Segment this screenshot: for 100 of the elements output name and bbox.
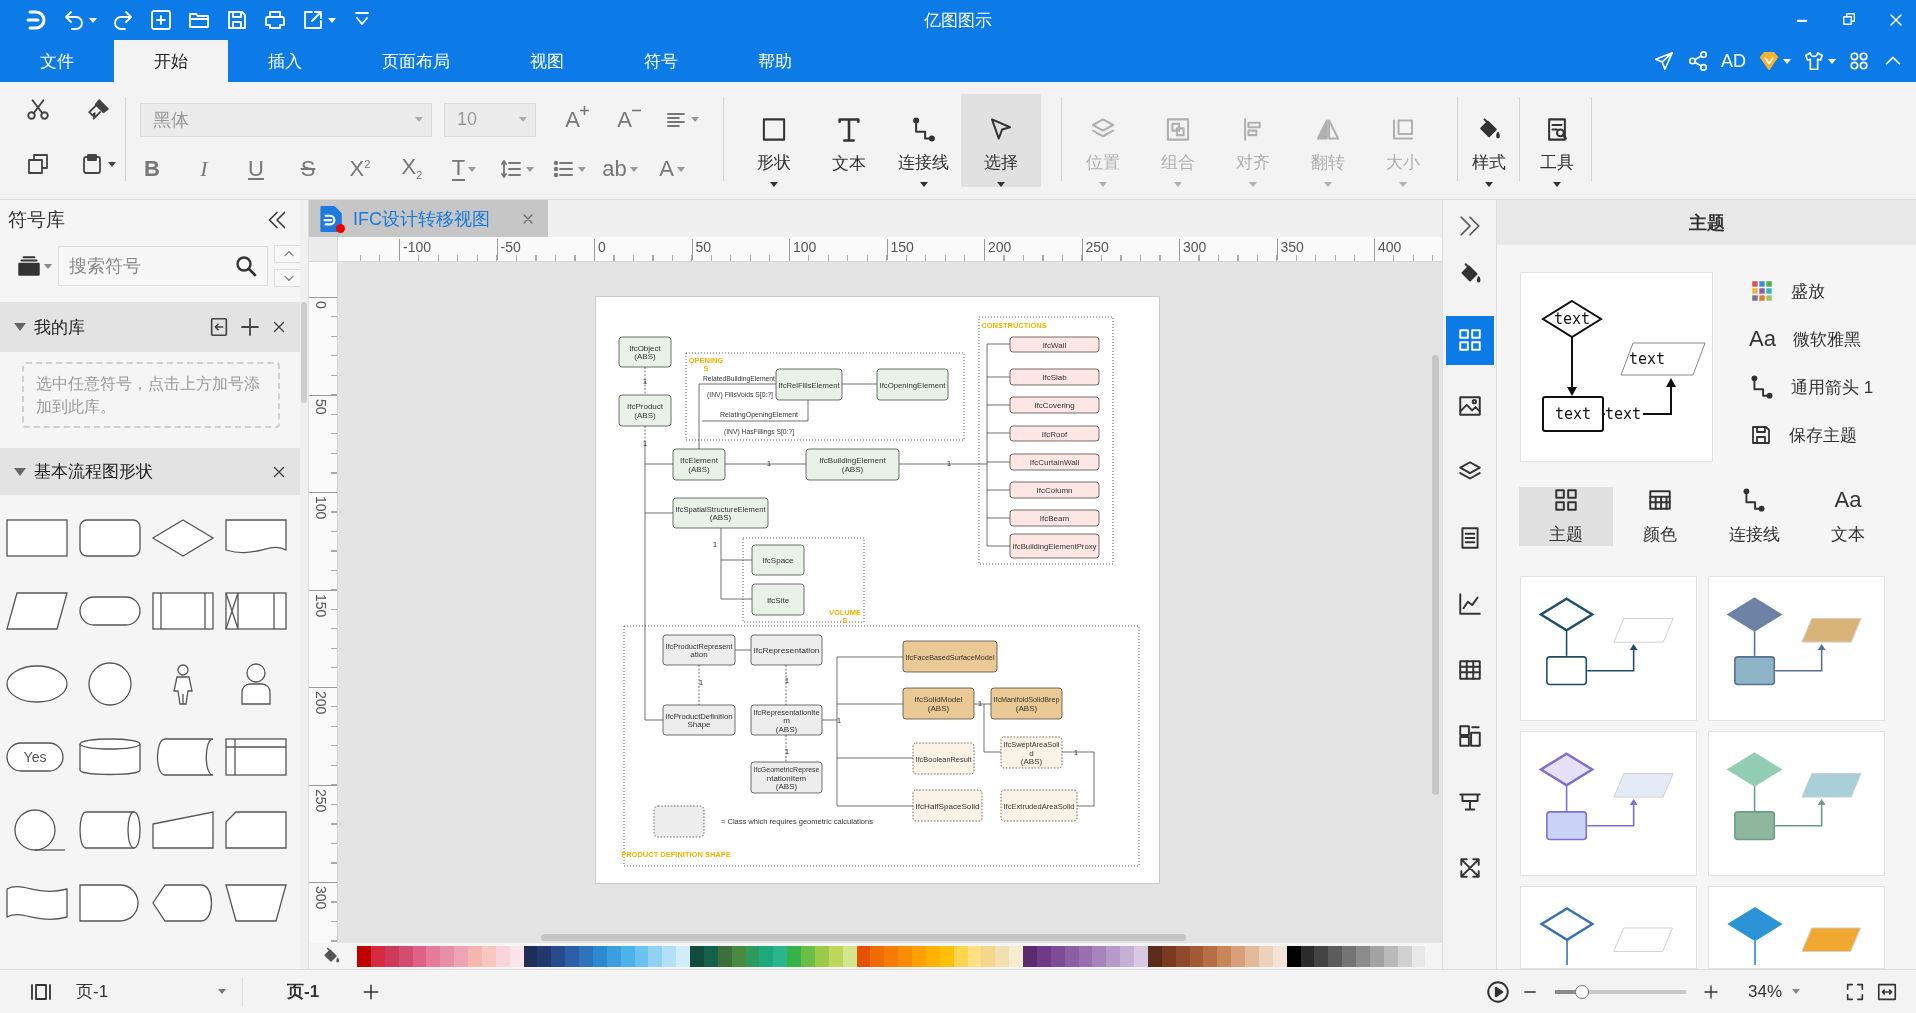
search-field[interactable]: 搜索符号 <box>58 246 268 286</box>
class-node: IfcHalfSpaceSolid <box>912 789 983 822</box>
class-node: IfcSweptAreaSoli d (ABS) <box>1000 736 1065 769</box>
section-header[interactable]: 基本流程图形状 <box>0 448 300 496</box>
highlight-button[interactable]: ab <box>602 158 627 180</box>
class-node: IfcSpatialStructureElement (ABS) <box>672 497 771 529</box>
subscript-button[interactable]: X$_{2}$ <box>401 156 423 182</box>
italic-button[interactable]: I <box>200 158 208 180</box>
theme-option[interactable]: 保存主题 <box>1789 423 1857 447</box>
ruler-label: 100 <box>789 239 817 260</box>
panel-tab[interactable]: Aa 文本 <box>1801 487 1895 546</box>
document-title: IFC设计转移视图 <box>353 207 491 231</box>
connector-label: text <box>1605 405 1642 423</box>
menu-tab[interactable]: 符号 <box>604 40 718 82</box>
page-tab[interactable]: 页-1 <box>273 969 334 1013</box>
tool-button[interactable]: 样式 <box>1461 94 1516 187</box>
window-title: 亿图图示 <box>924 9 992 32</box>
tool-button[interactable]: 形状 <box>736 94 811 187</box>
ruler-label: 0 <box>313 301 329 309</box>
ruler-label: 250 <box>1081 239 1109 260</box>
class-node: IfcCovering <box>1009 396 1100 414</box>
multiplicity-label: 1 <box>1073 748 1079 757</box>
theme-option[interactable]: 盛放 <box>1791 279 1825 303</box>
section-title: 我的库 <box>34 316 86 339</box>
parallelogram-shape: text <box>1620 342 1706 376</box>
class-node: IfcSlab <box>1009 368 1100 386</box>
class-node: IfcSite <box>751 583 805 616</box>
multiplicity-label: 1 <box>977 699 983 708</box>
theme-option[interactable]: 微软雅黑 <box>1793 327 1861 351</box>
ruler-label: 50 <box>313 398 329 415</box>
multiplicity-label: 1 <box>642 439 648 448</box>
library-hint: 选中任意符号，点击上方加号添加到此库。 <box>22 362 280 429</box>
font-glyph: Aa <box>1834 487 1862 513</box>
ruler-label: 100 <box>313 496 329 520</box>
panel-tab[interactable]: 连接线 <box>1707 487 1801 546</box>
ruler-label: 200 <box>984 239 1012 260</box>
grow-font-button[interactable]: A <box>565 108 580 131</box>
class-node: IfcProduct (ABS) <box>618 394 672 427</box>
section-header[interactable]: 我的库 <box>0 302 300 352</box>
ruler-label: 300 <box>313 886 329 910</box>
font-size-dropdown[interactable]: 10 <box>444 102 536 137</box>
class-node: IfcBuildingElement (ABS) <box>805 448 900 481</box>
text-style-button[interactable]: T <box>451 157 466 181</box>
diamond-shape: text <box>1541 299 1603 339</box>
theme-option[interactable]: 通用箭头 1 <box>1791 375 1874 399</box>
ruler-label: 150 <box>886 239 914 260</box>
ruler-label: 300 <box>1179 239 1207 260</box>
class-node: IfcBeam <box>1009 509 1100 527</box>
zoom-level[interactable]: 34% <box>1730 981 1782 1002</box>
ruler-label: 250 <box>313 788 329 812</box>
multiplicity-label: 1 <box>766 459 772 468</box>
menu-tab[interactable]: 插入 <box>228 40 342 82</box>
class-node: IfcObject (ABS) <box>618 336 672 368</box>
section-title: 基本流程图形状 <box>34 461 154 484</box>
multiplicity-label: 1 <box>836 716 842 725</box>
class-node: IfcRepresentation <box>750 634 823 666</box>
panel-title: 主题 <box>1497 200 1916 245</box>
font-glyph[interactable]: Aa <box>1749 326 1777 352</box>
panel-tab[interactable]: 主题 <box>1519 487 1613 546</box>
class-node: IfcWall <box>1009 336 1100 353</box>
page-dropdown[interactable]: 页-1 <box>76 980 232 1003</box>
panel-tab[interactable]: 颜色 <box>1613 487 1707 546</box>
ruler-label: 400 <box>1374 239 1402 260</box>
menu-tab[interactable]: 视图 <box>490 40 604 82</box>
class-node: IfcProductRepresent ation <box>662 634 739 666</box>
class-node: IfcSolidModel (ABS) <box>902 687 975 720</box>
menu-tab[interactable]: 文件 <box>0 40 114 82</box>
class-node: IfcRelFillsElement <box>775 368 843 401</box>
bold-button[interactable]: B <box>144 158 160 180</box>
document-tab[interactable]: IFC设计转移视图 <box>309 200 548 237</box>
menu-tab[interactable]: 帮助 <box>718 40 832 82</box>
tool-button[interactable]: 文本 <box>811 94 886 187</box>
class-node: IfcSpace <box>751 544 805 576</box>
class-node: IfcColumn <box>1009 481 1100 499</box>
tool-button[interactable]: 工具 <box>1523 94 1591 187</box>
strikethrough-button[interactable]: S <box>300 158 316 180</box>
class-node: IfcRepresentationIte m (ABS) <box>750 704 826 736</box>
font-dropdown[interactable]: 黑体 <box>140 102 432 137</box>
class-node: IfcExtrudedAreaSolid <box>1000 789 1079 822</box>
panel-title: 符号库 <box>8 208 65 232</box>
tool-button[interactable]: 连接线 <box>886 94 961 187</box>
multiplicity-label: 1 <box>946 459 952 468</box>
user-initials[interactable]: AD <box>1721 50 1746 72</box>
shrink-font-button[interactable]: A <box>617 108 632 131</box>
superscript-button[interactable]: X$^{2}$ <box>349 158 371 180</box>
menu-tab[interactable]: 开始 <box>114 40 228 82</box>
tool-button[interactable]: 选择 <box>961 94 1041 187</box>
underline-button[interactable]: U <box>248 158 264 180</box>
menu-tab[interactable]: 页面布局 <box>342 40 490 82</box>
ruler-label: 350 <box>1276 239 1304 260</box>
ruler-label: -100 <box>399 239 432 260</box>
ruler-label: 50 <box>691 239 712 260</box>
rectangle-shape: text <box>1542 396 1604 432</box>
class-node: IfcProductDefinition Shape <box>662 704 736 736</box>
ruler-label: -50 <box>496 239 521 260</box>
font-color-button[interactable]: A <box>659 158 674 180</box>
class-node: IfcCurtainWall <box>1009 453 1100 471</box>
ruler-label: 0 <box>594 239 606 260</box>
ruler-label: 150 <box>313 593 329 617</box>
class-node: IfcBuildingElementProxy <box>1009 533 1100 559</box>
